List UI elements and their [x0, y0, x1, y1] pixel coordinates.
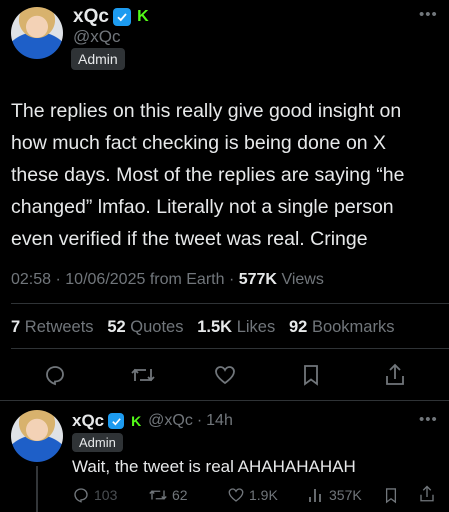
reply-header: xQc K @xQc · 14h [72, 411, 233, 431]
reply-avatar[interactable] [11, 410, 63, 462]
kick-icon: K [131, 413, 142, 429]
tweet-source: from Earth [149, 271, 225, 288]
tweet-meta: 02:58 · 10/06/2025 from Earth · 577K Vie… [11, 271, 324, 288]
retweet-icon [149, 490, 167, 500]
reply-icon [74, 488, 88, 503]
views-count: 577K [238, 271, 277, 288]
reply-likes[interactable]: 1.9K [227, 486, 278, 504]
reply-author-handle[interactable]: @xQc [148, 412, 193, 430]
role-badge: Admin [71, 48, 125, 70]
like-icon [228, 488, 244, 502]
kick-icon: K [137, 8, 149, 25]
divider [11, 303, 449, 304]
author-handle[interactable]: @xQc [73, 27, 120, 47]
bookmarks-stat[interactable]: 92 Bookmarks [289, 318, 394, 336]
reply-time[interactable]: 14h [206, 412, 233, 430]
divider [0, 400, 449, 401]
tweet-text: The replies on this really give good ins… [11, 100, 405, 250]
views-icon [309, 489, 321, 502]
tweet-stats: 7 Retweets 52 Quotes 1.5K Likes 92 Bookm… [11, 318, 394, 337]
divider [11, 348, 449, 349]
reply-retweets[interactable]: 62 [148, 486, 188, 504]
author-name[interactable]: xQc [73, 6, 109, 28]
retweets-stat[interactable]: 7 Retweets [11, 318, 94, 336]
verified-icon [112, 8, 131, 26]
reply-views[interactable]: 357K [307, 486, 362, 504]
reply-author-name[interactable]: xQc [72, 411, 104, 431]
share-icon[interactable] [381, 361, 409, 389]
verified-icon [108, 413, 125, 429]
reply-replies[interactable]: 103 [72, 486, 117, 504]
like-icon[interactable] [212, 362, 238, 388]
role-badge: Admin [72, 433, 123, 452]
reply-icon[interactable] [42, 362, 68, 388]
bookmark-icon[interactable] [298, 362, 324, 388]
quotes-stat[interactable]: 52 Quotes [107, 318, 183, 336]
more-icon[interactable]: ••• [419, 411, 438, 428]
thread-line [36, 466, 38, 512]
views-label: Views [281, 271, 324, 288]
share-icon[interactable] [418, 484, 436, 504]
more-icon[interactable]: ••• [419, 6, 438, 23]
bookmark-icon[interactable] [383, 486, 399, 505]
avatar[interactable] [11, 7, 63, 59]
tweet-time[interactable]: 02:58 [11, 271, 51, 288]
reply-text: Wait, the tweet is real AHAHAHAHAH [72, 457, 356, 476]
likes-stat[interactable]: 1.5K Likes [197, 318, 275, 336]
author-name-row: xQc K [73, 6, 151, 28]
tweet-date[interactable]: 10/06/2025 [65, 271, 145, 288]
retweet-icon[interactable] [129, 362, 157, 388]
